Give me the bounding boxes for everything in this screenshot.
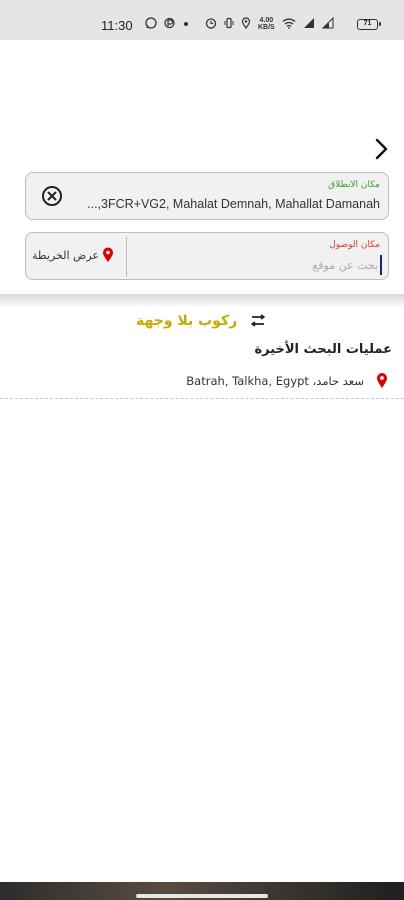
- field-divider: [126, 237, 127, 277]
- text-cursor: [380, 255, 382, 275]
- back-button[interactable]: [368, 136, 394, 162]
- signal-icon-2: [321, 16, 334, 31]
- network-speed: 4.00 KB/S: [258, 17, 275, 31]
- battery-level: 71: [363, 20, 372, 27]
- location-icon: [241, 17, 251, 31]
- status-bar: 11:30 4.00 KB/S 71: [0, 0, 404, 40]
- alarm-icon: [205, 17, 217, 31]
- chevron-right-icon: [375, 138, 388, 160]
- show-map-button[interactable]: عرض الخريطة: [32, 247, 114, 263]
- map-pin-icon: [376, 372, 388, 393]
- clear-start-button[interactable]: [42, 186, 62, 206]
- start-location-field[interactable]: مكان الانطلاق 3FCR+VG2, Mahalat Demnah, …: [25, 172, 389, 220]
- status-icons: 4.00 KB/S: [145, 16, 334, 31]
- destination-input[interactable]: [138, 255, 378, 275]
- route-icon: [251, 314, 266, 327]
- network-speed-value: 4.00: [259, 17, 274, 24]
- vibrate-icon: [224, 17, 234, 31]
- recent-search-label: سعد حامد، Batrah, Talkha, Egypt: [186, 374, 364, 388]
- app-notification-icon: [164, 17, 175, 31]
- show-map-label: عرض الخريطة: [32, 248, 99, 262]
- whatsapp-icon: [145, 17, 157, 31]
- ride-without-destination-button[interactable]: ركوب بلا وجهة: [136, 313, 266, 329]
- wifi-icon: [282, 17, 296, 31]
- recent-search-item[interactable]: سعد حامد، Batrah, Talkha, Egypt: [0, 366, 404, 396]
- destination-label: مكان الوصول: [329, 240, 380, 250]
- start-location-value[interactable]: 3FCR+VG2, Mahalat Demnah, Mahallat Daman…: [60, 197, 380, 211]
- recent-searches-title: عمليات البحث الأخيرة: [254, 342, 392, 357]
- status-time: 11:30: [101, 18, 133, 33]
- ride-without-destination-label: ركوب بلا وجهة: [136, 313, 238, 329]
- list-divider: [0, 398, 404, 399]
- dot-icon: [182, 19, 190, 30]
- map-pin-icon: [103, 247, 113, 262]
- battery-icon: 71: [357, 19, 381, 30]
- network-speed-unit: KB/S: [258, 24, 275, 31]
- signal-icon: [303, 17, 315, 31]
- destination-field[interactable]: مكان الوصول عرض الخريطة: [25, 232, 389, 280]
- close-icon: [47, 191, 57, 201]
- start-location-label: مكان الانطلاق: [328, 180, 380, 190]
- header-shadow: [0, 294, 404, 308]
- home-indicator[interactable]: [136, 894, 268, 898]
